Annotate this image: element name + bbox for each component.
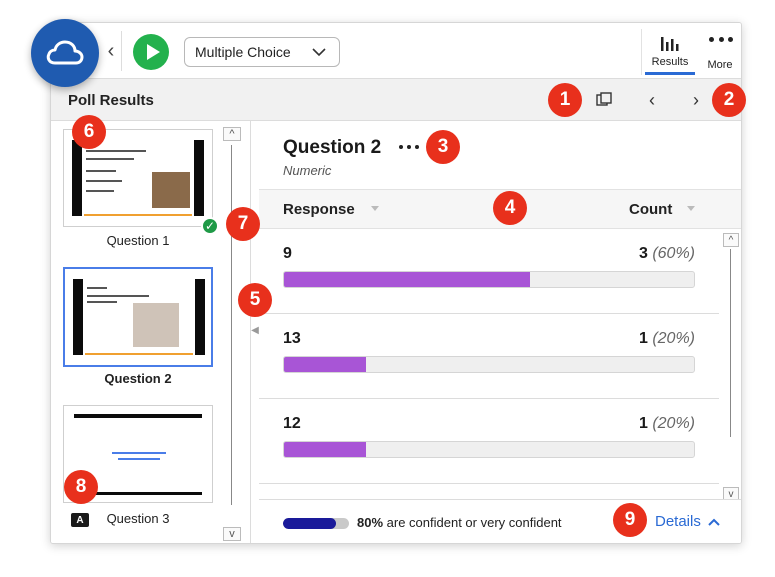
sidebar-scroll-track[interactable]	[231, 145, 232, 505]
question-type-select[interactable]: Multiple Choice	[184, 37, 340, 67]
response-bar	[283, 356, 695, 373]
more-button[interactable]: More	[695, 27, 741, 75]
response-value: 12	[283, 415, 301, 432]
callout-marker: 6	[72, 115, 106, 149]
thumbnail-label-question-1: Question 1	[106, 233, 170, 248]
response-bar	[283, 271, 695, 288]
question-subtitle: Numeric	[283, 163, 332, 178]
confidence-bar	[283, 518, 349, 529]
more-button-label: More	[707, 59, 733, 71]
cloud-icon	[46, 40, 84, 65]
table-row: 9 3 (60%)	[259, 229, 719, 314]
poll-results-panel: ‹ Multiple Choice Results More Poll Resu…	[50, 22, 742, 544]
more-dots-icon	[709, 37, 733, 43]
table-row: 12 1 (20%)	[259, 399, 719, 484]
sort-response-icon[interactable]	[371, 206, 379, 211]
chevron-up-icon	[708, 518, 720, 526]
chevron-down-icon	[312, 48, 326, 57]
count-value: 1 (20%)	[638, 330, 695, 347]
page-title: Poll Results	[68, 92, 154, 109]
callout-marker: 5	[238, 283, 272, 317]
sort-count-icon[interactable]	[687, 206, 695, 211]
table-row: 13 1 (20%)	[259, 314, 719, 399]
start-poll-button[interactable]	[133, 34, 169, 70]
count-value: 1 (20%)	[638, 415, 695, 432]
details-label: Details	[655, 513, 701, 530]
popout-icon[interactable]	[593, 89, 615, 111]
thumbnail-question-2[interactable]	[63, 267, 213, 367]
results-header: Poll Results ‹ ›	[51, 79, 741, 121]
collapse-sidebar-icon[interactable]: ◀	[251, 323, 259, 337]
details-button[interactable]: Details	[655, 513, 721, 530]
scroll-down-icon[interactable]: v	[223, 527, 241, 541]
results-rows: 9 3 (60%) 13 1 (20%) 12 1 (20%)	[259, 229, 719, 499]
question-title: Question 2	[283, 137, 382, 158]
response-bar-fill	[284, 357, 366, 372]
callout-marker: 7	[226, 207, 260, 241]
callout-marker: 3	[426, 130, 460, 164]
response-bar-fill	[284, 272, 530, 287]
toolbar-divider-right	[641, 29, 642, 75]
response-bar	[283, 441, 695, 458]
toolbar: ‹ Multiple Choice Results More	[51, 23, 741, 79]
play-icon	[146, 44, 160, 60]
scroll-up-icon[interactable]: ^	[223, 127, 241, 141]
response-column-header[interactable]: Response	[283, 201, 355, 218]
app-logo[interactable]	[31, 19, 99, 87]
response-value: 9	[283, 245, 292, 262]
confidence-summary: 80% are confident or very confident	[357, 515, 562, 530]
response-bar-fill	[284, 442, 366, 457]
results-footer: 80% are confident or very confident Deta…	[259, 499, 741, 543]
callout-marker: 9	[613, 503, 647, 537]
toolbar-divider	[121, 31, 122, 71]
callout-marker: 8	[64, 470, 98, 504]
question-type-value: Multiple Choice	[195, 44, 291, 60]
callout-marker: 4	[493, 191, 527, 225]
results-scroll-track[interactable]	[730, 249, 731, 437]
results-tab-label: Results	[651, 56, 689, 68]
results-scrollbar[interactable]: ^ v	[723, 233, 739, 503]
thumbnail-label-question-2: Question 2	[104, 371, 172, 386]
response-value: 13	[283, 330, 301, 347]
question-more-icon[interactable]	[399, 145, 419, 151]
confidence-bar-fill	[283, 518, 336, 529]
results-scroll-up-icon[interactable]: ^	[723, 233, 739, 247]
callout-marker: 2	[712, 83, 746, 117]
count-value: 3 (60%)	[638, 245, 695, 262]
back-chevron-icon[interactable]: ‹	[103, 37, 119, 65]
sidebar-scrollbar[interactable]: ^ v	[223, 127, 243, 541]
previous-question-icon[interactable]: ‹	[641, 89, 663, 111]
results-main: Question 2 Numeric Response Count 9 3 (6…	[259, 121, 741, 543]
results-tab[interactable]: Results	[645, 27, 695, 75]
callout-marker: 1	[548, 83, 582, 117]
bar-chart-icon	[661, 37, 679, 51]
count-column-header[interactable]: Count	[629, 201, 672, 218]
next-question-icon[interactable]: ›	[685, 89, 707, 111]
thumbnail-label-question-3: Question 3	[106, 511, 170, 526]
